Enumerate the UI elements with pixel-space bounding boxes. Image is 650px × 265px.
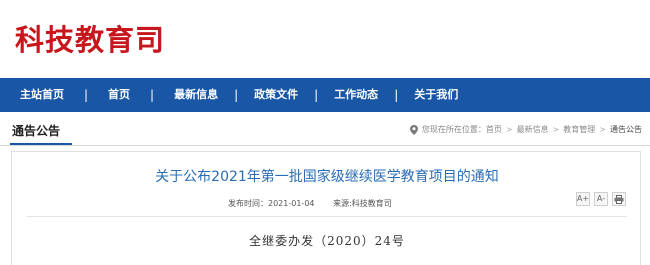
section-title: 通告公告 <box>12 124 61 138</box>
section-header: 通告公告 您现在所在位置： 首页 > 最新信息 > 教育管理 > 通告公告 <box>0 112 650 146</box>
main-nav: 主站首页 | 首页 | 最新信息 | 政策文件 | 工作动态 | 关于我们 <box>0 78 650 112</box>
printer-icon <box>614 194 624 204</box>
font-increase-button[interactable]: A+ <box>576 192 590 206</box>
article-container: 关于公布2021年第一批国家级继续医学教育项目的通知 发布时间：2021-01-… <box>11 151 641 265</box>
breadcrumb-item-latest[interactable]: 最新信息 <box>517 124 549 135</box>
nav-separator: | <box>234 88 239 102</box>
document-number: 全继委办发（2020）24号 <box>249 234 405 248</box>
publish-label: 发布时间： <box>228 199 268 208</box>
nav-item-work-news[interactable]: 工作动态 <box>334 78 378 112</box>
breadcrumb-prefix: 您现在所在位置： <box>421 125 486 134</box>
breadcrumb-item-education[interactable]: 教育管理 <box>563 124 595 135</box>
breadcrumb-separator: > <box>599 125 606 134</box>
site-title[interactable]: 科技教育司 <box>15 20 165 60</box>
source-group: 来源:科技教育司 <box>333 199 400 208</box>
nav-item-about[interactable]: 关于我们 <box>414 78 458 112</box>
nav-item-main-home[interactable]: 主站首页 <box>20 78 64 112</box>
location-pin-icon <box>409 124 418 135</box>
site-header: 科技教育司 <box>0 0 650 78</box>
article-title: 关于公布2021年第一批国家级继续医学教育项目的通知 <box>155 169 499 185</box>
breadcrumb-item-current[interactable]: 通告公告 <box>610 124 642 135</box>
nav-separator: | <box>314 88 319 102</box>
breadcrumb: 您现在所在位置： 首页 > 最新信息 > 教育管理 > 通告公告 <box>409 124 642 135</box>
breadcrumb-separator: > <box>505 125 513 134</box>
breadcrumb-item-home[interactable]: 首页 <box>486 124 502 135</box>
publish-date-group: 发布时间：2021-01-04 <box>228 199 323 208</box>
article-meta: 发布时间：2021-01-04 来源:科技教育司 <box>228 198 408 209</box>
nav-separator: | <box>150 88 155 102</box>
source-label: 来源: <box>333 199 352 208</box>
article-tools: A+ A- <box>576 192 626 206</box>
nav-item-home[interactable]: 首页 <box>108 78 130 112</box>
breadcrumb-separator: > <box>552 125 560 134</box>
section-title-underline <box>10 143 72 145</box>
article-divider <box>27 216 627 217</box>
nav-item-latest[interactable]: 最新信息 <box>174 78 218 112</box>
publish-date: 2021-01-04 <box>268 199 315 208</box>
font-decrease-button[interactable]: A- <box>594 192 608 206</box>
print-button[interactable] <box>612 192 626 206</box>
source-value: 科技教育司 <box>351 199 392 208</box>
nav-separator: | <box>84 88 89 102</box>
nav-item-policy[interactable]: 政策文件 <box>254 78 298 112</box>
nav-separator: | <box>394 88 399 102</box>
